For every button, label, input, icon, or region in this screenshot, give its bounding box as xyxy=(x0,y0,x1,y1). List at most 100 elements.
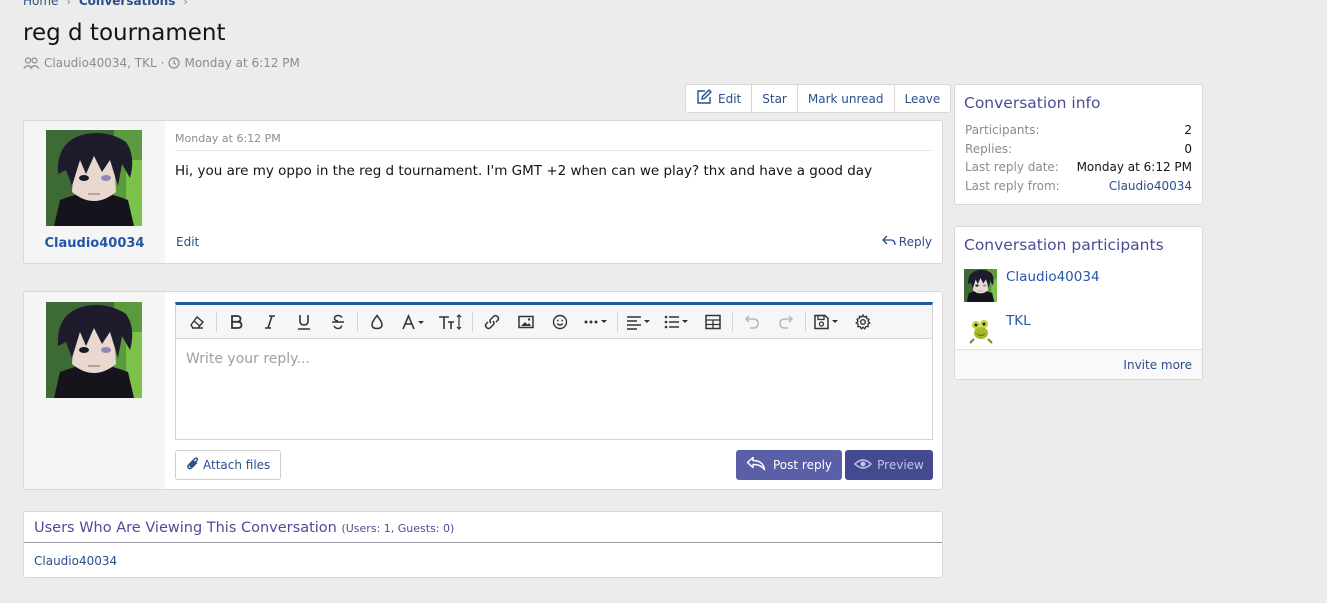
toolbar-separator xyxy=(732,311,733,332)
avatar[interactable] xyxy=(964,313,997,346)
info-value: 0 xyxy=(1184,141,1192,156)
attach-files-label: Attach files xyxy=(203,458,271,472)
font-icon[interactable] xyxy=(394,307,432,337)
conversation-info-title: Conversation info xyxy=(964,94,1101,112)
breadcrumb-separator: › xyxy=(183,0,188,8)
settings-icon[interactable] xyxy=(846,307,880,337)
conversation-info: Conversation info Participants: 2 Replie… xyxy=(954,84,1203,205)
avatar[interactable] xyxy=(46,302,142,398)
participant-item: TKL xyxy=(964,313,1031,346)
leave-button[interactable]: Leave xyxy=(895,85,951,112)
viewers-block: Users Who Are Viewing This Conversation … xyxy=(23,511,943,578)
align-icon[interactable] xyxy=(620,307,658,337)
post-reply-button[interactable]: Post reply xyxy=(736,450,842,480)
drafts-icon[interactable] xyxy=(808,307,846,337)
undo-icon[interactable] xyxy=(735,307,769,337)
eraser-icon[interactable] xyxy=(180,307,214,337)
info-value[interactable]: Monday at 6:12 PM xyxy=(1077,158,1192,177)
reply-main: Write your reply... Attach files Post re… xyxy=(165,292,942,489)
toolbar-separator xyxy=(472,311,473,332)
message-user-panel: Claudio40034 xyxy=(24,121,165,263)
redo-icon[interactable] xyxy=(769,307,803,337)
underline-icon[interactable] xyxy=(287,307,321,337)
info-value[interactable]: Claudio40034 xyxy=(1109,177,1192,196)
preview-button[interactable]: Preview xyxy=(845,450,933,480)
more-icon[interactable] xyxy=(577,307,615,337)
post-reply-label: Post reply xyxy=(772,458,833,472)
divider xyxy=(175,150,932,151)
edit-icon xyxy=(696,89,713,108)
avatar[interactable] xyxy=(46,130,142,226)
reply-input[interactable]: Write your reply... xyxy=(176,339,932,379)
viewers-heading: Users Who Are Viewing This Conversation … xyxy=(24,512,942,543)
size-icon[interactable] xyxy=(432,307,470,337)
table-icon[interactable] xyxy=(696,307,730,337)
message-author[interactable]: Claudio40034 xyxy=(24,236,165,251)
viewers-counts: (Users: 1, Guests: 0) xyxy=(341,522,455,535)
invite-more-link[interactable]: Invite more xyxy=(955,349,1202,379)
info-row-replies: Replies: 0 xyxy=(955,140,1202,159)
conversation-meta: Claudio40034, TKL · Monday at 6:12 PM xyxy=(23,56,300,70)
viewer-name[interactable]: Claudio40034 xyxy=(34,554,117,568)
mark-unread-button[interactable]: Mark unread xyxy=(798,85,895,112)
message-content: Monday at 6:12 PM Hi, you are my oppo in… xyxy=(165,121,942,263)
info-value: 2 xyxy=(1184,123,1192,137)
info-row-participants: Participants: 2 xyxy=(955,121,1202,140)
info-row-last-reply-date: Last reply date: Monday at 6:12 PM xyxy=(955,158,1202,177)
edit-button[interactable]: Edit xyxy=(686,85,753,112)
info-label: Participants: xyxy=(965,123,1040,137)
conversation-actions: Edit Star Mark unread Leave xyxy=(685,84,952,113)
message-body: Hi, you are my oppo in the reg d tournam… xyxy=(175,163,873,179)
meta-time[interactable]: Monday at 6:12 PM xyxy=(184,56,299,70)
message-date[interactable]: Monday at 6:12 PM xyxy=(175,132,281,145)
attach-files-button[interactable]: Attach files xyxy=(175,450,282,480)
link-icon[interactable] xyxy=(475,307,509,337)
smiley-icon[interactable] xyxy=(543,307,577,337)
toolbar-separator xyxy=(357,311,358,332)
breadcrumb-separator: › xyxy=(66,0,71,8)
participant-name[interactable]: TKL xyxy=(1006,313,1031,329)
conversation-participants: Conversation participants Claudio40034 T… xyxy=(954,226,1203,380)
participant-name[interactable]: Claudio40034 xyxy=(1006,269,1100,285)
viewers-title: Users Who Are Viewing This Conversation xyxy=(34,520,337,536)
image-icon[interactable] xyxy=(509,307,543,337)
info-label: Last reply date: xyxy=(965,160,1059,174)
color-icon[interactable] xyxy=(360,307,394,337)
clock-icon xyxy=(168,57,181,69)
message-edit-link[interactable]: Edit xyxy=(176,235,199,249)
info-row-last-reply-from: Last reply from: Claudio40034 xyxy=(955,177,1202,196)
participant-item: Claudio40034 xyxy=(964,269,1100,302)
preview-label: Preview xyxy=(877,458,924,472)
quick-reply: Write your reply... Attach files Post re… xyxy=(23,291,943,490)
info-label: Replies: xyxy=(965,141,1013,156)
rich-text-editor: Write your reply... xyxy=(175,302,933,440)
message: Claudio40034 Monday at 6:12 PM Hi, you a… xyxy=(23,120,943,264)
breadcrumb-conversations[interactable]: Conversations xyxy=(79,0,176,8)
meta-separator: · xyxy=(160,56,165,70)
info-label: Last reply from: xyxy=(965,178,1060,193)
list-icon[interactable] xyxy=(658,307,696,337)
eye-icon xyxy=(854,458,873,473)
editor-toolbar xyxy=(176,305,932,339)
bold-icon[interactable] xyxy=(219,307,253,337)
paperclip-icon xyxy=(186,456,199,474)
star-button[interactable]: Star xyxy=(752,85,798,112)
breadcrumb-home[interactable]: Home xyxy=(23,0,58,8)
viewers-list: Claudio40034 xyxy=(24,543,942,568)
toolbar-separator xyxy=(216,311,217,332)
toolbar-separator xyxy=(617,311,618,332)
toolbar-separator xyxy=(805,311,806,332)
participants-icon xyxy=(23,57,40,69)
reply-icon xyxy=(881,235,896,249)
message-reply-link[interactable]: Reply xyxy=(881,235,932,249)
page-title: reg d tournament xyxy=(23,20,226,46)
italic-icon[interactable] xyxy=(253,307,287,337)
participants-title: Conversation participants xyxy=(964,236,1164,254)
strike-icon[interactable] xyxy=(321,307,355,337)
breadcrumb: Home › Conversations › xyxy=(23,0,188,8)
reply-user-panel xyxy=(24,292,165,489)
avatar[interactable] xyxy=(964,269,997,302)
meta-participants[interactable]: Claudio40034, TKL xyxy=(44,56,157,70)
reply-label: Reply xyxy=(898,235,932,249)
edit-label: Edit xyxy=(718,91,742,106)
